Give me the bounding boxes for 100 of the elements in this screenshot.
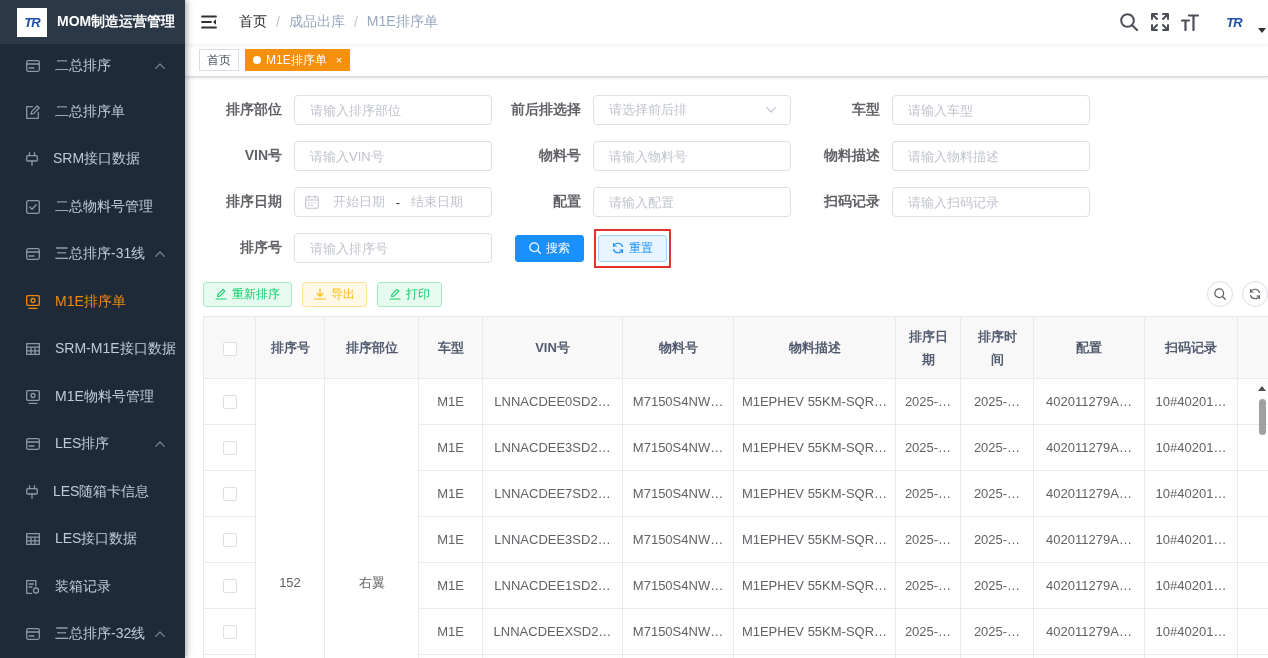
field-label: VIN号 xyxy=(243,147,283,165)
table-cell: 2025-… xyxy=(960,608,1034,655)
table-cell: M1E xyxy=(418,470,483,517)
input-field[interactable]: 请输入排序部位 xyxy=(294,95,492,125)
table-cell: M7150S4NW… xyxy=(622,470,734,517)
field-label: 排序日期 xyxy=(225,193,283,211)
table-cell: 402011279A… xyxy=(1033,378,1145,425)
menu-item[interactable]: M1E物料号管理 xyxy=(0,373,185,421)
table-cell: 152 xyxy=(255,378,325,658)
column-header: VIN号 xyxy=(482,316,623,379)
field-label: 配置 xyxy=(552,193,582,211)
menu-item[interactable]: M1E排序单 xyxy=(0,278,185,326)
table-cell: 402011279A… xyxy=(1033,516,1145,563)
menu-icon[interactable] xyxy=(201,15,217,29)
checkbox[interactable] xyxy=(222,441,237,456)
app-title: MOM制造运营管理 xyxy=(57,13,176,31)
table-cell: LNNACDEE3SD2… xyxy=(482,424,623,471)
table-cell: M1E xyxy=(418,608,483,655)
field-label: 排序号 xyxy=(239,239,283,257)
checkbox[interactable] xyxy=(222,341,237,356)
table-cell: 402011279A… xyxy=(1033,608,1145,655)
caret-down-icon[interactable] xyxy=(1258,27,1266,33)
date-range-field[interactable]: 开始日期 - 结束日期 xyxy=(294,187,492,217)
search-icon[interactable] xyxy=(1120,13,1138,31)
calendar-icon xyxy=(305,195,319,209)
scrollbar-thumb[interactable] xyxy=(1259,399,1266,435)
logo-mark: TR xyxy=(17,7,47,37)
checkbox[interactable] xyxy=(222,487,237,502)
menu-item[interactable]: LES接口数据 xyxy=(0,515,185,563)
table-cell: LNNACDEE3SD2… xyxy=(482,516,623,563)
breadcrumb-link[interactable]: 首页 xyxy=(239,13,267,31)
table-cell: M1EPHEV 55KM-SQR… xyxy=(733,424,896,471)
table-cell: 2025-… xyxy=(895,424,961,471)
menu-group-title[interactable]: 二总排序 xyxy=(0,44,185,88)
table-cell: M7150S4NW… xyxy=(622,562,734,609)
table-cell: M1E xyxy=(418,516,483,563)
field-label: 排序部位 xyxy=(225,101,283,119)
table-cell: 10#40201… xyxy=(1144,378,1238,425)
table-cell: 402011279A… xyxy=(1033,424,1145,471)
table-cell: 10#40201… xyxy=(1144,562,1238,609)
input-field[interactable]: 请输入VIN号 xyxy=(294,141,492,171)
breadcrumb-item: M1E排序单 xyxy=(366,13,438,31)
field-label: 前后排选择 xyxy=(510,101,582,119)
table-cell: 2025-… xyxy=(895,470,961,517)
checkbox[interactable] xyxy=(222,625,237,640)
tab[interactable]: 首页 xyxy=(199,49,239,71)
menu-item[interactable]: SRM接口数据 xyxy=(0,135,185,183)
menu-group-title[interactable]: LES排序 xyxy=(0,420,185,468)
table-cell: 10#40201… xyxy=(1144,608,1238,655)
table-icon xyxy=(26,533,40,546)
pencil-icon xyxy=(389,288,401,300)
search-button[interactable] xyxy=(1207,281,1233,307)
input-field[interactable]: 请输入配置 xyxy=(593,187,791,217)
check-square-icon xyxy=(26,199,40,214)
menu-item[interactable]: 二总物料号管理 xyxy=(0,183,185,231)
column-header: 配置 xyxy=(1033,316,1145,379)
search-icon xyxy=(529,242,541,254)
scroll-up-arrow-icon[interactable] xyxy=(1258,386,1266,391)
checkbox[interactable] xyxy=(222,395,237,410)
field-label: 扫码记录 xyxy=(822,193,881,211)
table-cell: 10#40201… xyxy=(1144,516,1238,563)
table-cell: M1E xyxy=(418,562,483,609)
column-header: 排序号 xyxy=(255,316,325,379)
column-header: 物料号 xyxy=(622,316,734,379)
menu-item[interactable]: LES随箱卡信息 xyxy=(0,468,185,516)
fullscreen-icon[interactable] xyxy=(1151,13,1169,31)
table-cell: LNNACDEE7SD2… xyxy=(482,470,623,517)
plug-icon xyxy=(26,484,38,499)
menu-item[interactable]: 装箱记录 xyxy=(0,563,185,611)
table-cell: LNNACDEE1SD2… xyxy=(482,562,623,609)
table-cell: M1EPHEV 55KM-SQR… xyxy=(733,470,896,517)
checkbox[interactable] xyxy=(222,533,237,548)
input-field[interactable]: 请输入物料号 xyxy=(593,141,791,171)
table-cell: M1E xyxy=(418,424,483,471)
card-icon xyxy=(26,628,40,641)
menu-item[interactable]: 二总排序单 xyxy=(0,88,185,136)
table-cell: M7150S4NW… xyxy=(622,608,734,655)
chevron-down-icon xyxy=(766,107,776,113)
column-header: 车型 xyxy=(418,316,483,379)
plug-icon xyxy=(26,152,38,167)
table-cell: 10#40201… xyxy=(1144,470,1238,517)
text-size-icon[interactable] xyxy=(1181,13,1199,31)
input-field[interactable]: 请输入车型 xyxy=(892,95,1090,125)
menu-item[interactable]: SRM-M1E接口数据 xyxy=(0,325,185,373)
input-field[interactable]: 请输入排序号 xyxy=(294,233,492,263)
table-cell: M1EPHEV 55KM-SQR… xyxy=(733,562,896,609)
breadcrumb-item: 成品出库 xyxy=(288,13,345,31)
table-cell: 2025-… xyxy=(960,470,1034,517)
refresh-button[interactable] xyxy=(1242,281,1268,307)
menu-group-title[interactable]: 三总排序-31线 xyxy=(0,230,185,278)
table-cell: 2025-… xyxy=(895,562,961,609)
input-field[interactable]: 请输入物料描述 xyxy=(892,141,1090,171)
menu-group-title[interactable]: 三总排序-32线 xyxy=(0,610,185,658)
table-cell: 2025-… xyxy=(960,516,1034,563)
input-field[interactable]: 请输入扫码记录 xyxy=(892,187,1090,217)
table-cell: M7150S4NW… xyxy=(622,424,734,471)
refresh-icon xyxy=(1249,288,1261,300)
breadcrumb-separator: / xyxy=(276,14,280,30)
table-cell: 2025-… xyxy=(895,378,961,425)
checkbox[interactable] xyxy=(222,579,237,594)
